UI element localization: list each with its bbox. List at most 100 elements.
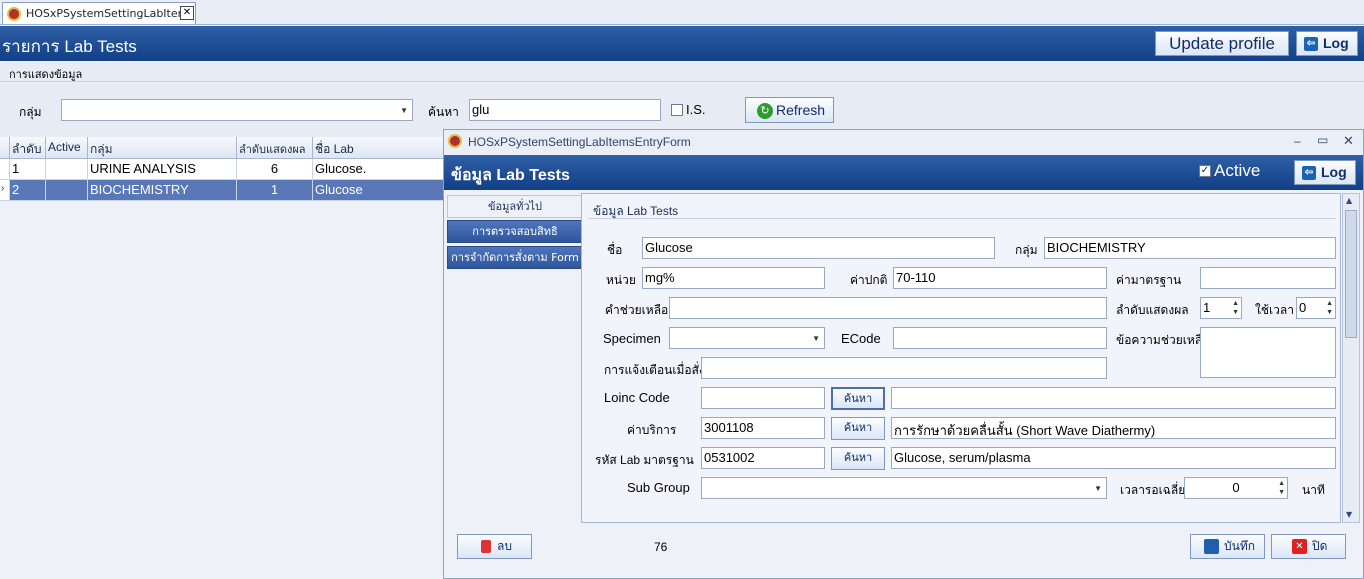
trash-icon [481,540,491,553]
group-label: กลุ่ม [1015,243,1038,257]
nav-rights-check[interactable]: การตรวจสอบสิทธิ [447,220,583,243]
display-options-label[interactable]: การแสดงข้อมูล [9,65,82,83]
is-checkbox[interactable] [671,104,683,116]
scrollbar-thumb[interactable] [1345,210,1357,338]
delete-label: ลบ [497,539,512,553]
search-input[interactable]: glu [469,99,661,121]
form-log-button[interactable]: ⇦ Log [1294,160,1356,185]
save-button[interactable]: บันทึก [1190,534,1265,559]
cell-group[interactable]: BIOCHEMISTRY [88,180,237,201]
spin-arrows-icon[interactable]: ▲ ▼ [1232,299,1239,317]
update-profile-button[interactable]: Update profile [1155,31,1289,56]
cell-display-order[interactable]: 1 [237,180,313,201]
minute-label: นาที [1302,483,1325,497]
column-header-active[interactable]: Active [46,137,88,159]
ecode-field[interactable] [893,327,1107,349]
cell-lab-name[interactable]: Glucose [313,180,444,201]
name-field[interactable]: Glucose [642,237,995,259]
refresh-button[interactable]: ↻ Refresh [745,97,834,123]
record-count: 76 [654,540,668,554]
nav-general-info[interactable]: ข้อมูลทั่วไป [447,195,583,218]
standard-lab-description-field[interactable]: Glucose, serum/plasma [891,447,1336,469]
group-field[interactable]: BIOCHEMISTRY [1044,237,1336,259]
average-wait-label: เวลารอเฉลี่ย [1120,483,1186,497]
service-fee-field[interactable]: 3001108 [701,417,825,439]
standard-lab-search-button[interactable]: ค้นหา [831,447,885,470]
active-label: Active [1214,161,1261,180]
sub-group-select[interactable]: ▼ [701,477,1107,499]
row-indicator-arrow-icon: › [0,180,10,201]
close-button[interactable]: ✕ ปิด [1271,534,1346,559]
column-header-group[interactable]: กลุ่ม [88,137,237,159]
ecode-label: ECode [841,331,881,346]
scroll-down-icon[interactable]: ▼ [1346,510,1352,519]
spin-arrows-icon[interactable]: ▲ ▼ [1326,299,1333,317]
specimen-select[interactable]: ▼ [669,327,825,349]
column-header-lab-name[interactable]: ชื่อ Lab [313,137,444,159]
close-icon: ✕ [1292,539,1307,554]
group-filter-select[interactable]: ▼ [61,99,413,121]
column-header-order[interactable]: ลำดับ [10,137,46,159]
cell-order[interactable]: 1 [10,159,46,180]
column-header-display-order[interactable]: ลำดับแสดงผล [237,137,313,159]
minimize-icon[interactable]: – [1294,134,1301,148]
cell-order[interactable]: 2 [10,180,46,201]
delete-button[interactable]: ลบ [457,534,532,559]
scroll-up-icon[interactable]: ▲ [1346,196,1352,205]
active-checkbox[interactable]: ✓ [1199,165,1211,177]
close-tab-icon[interactable]: ✕ [180,6,194,20]
service-search-button[interactable]: ค้นหา [831,417,885,440]
chevron-down-icon: ▼ [812,334,820,343]
sub-group-label: Sub Group [627,480,690,495]
help-field[interactable] [669,297,1107,319]
group-filter-label: กลุ่ม [19,105,42,119]
display-order-stepper[interactable]: 1 ▲ ▼ [1200,297,1242,319]
average-wait-value: 0 [1232,480,1240,495]
cell-lab-name[interactable]: Glucose. [313,159,444,180]
loinc-description-field[interactable] [891,387,1336,409]
close-window-icon[interactable]: ✕ [1343,133,1354,149]
cell-display-order[interactable]: 6 [237,159,313,180]
time-label: ใช้เวลา [1255,303,1294,317]
save-icon [1204,539,1219,554]
form-title: ข้อมูล Lab Tests [451,167,570,184]
cell-active[interactable] [46,180,88,201]
window-title: HOSxPSystemSettingLabItemsEntryForm [468,135,691,149]
help-message-field[interactable] [1200,327,1336,378]
section-title: ข้อมูล Lab Tests [593,204,679,218]
service-description-field[interactable]: การรักษาด้วยคลื่นสั้น (Short Wave Diathe… [891,417,1336,439]
standard-value-label: ค่ามาตรฐาน [1116,273,1182,287]
form-vertical-scrollbar[interactable]: ▲ ▼ [1342,193,1360,523]
app-icon [7,7,21,21]
order-alert-field[interactable] [701,357,1107,379]
row-indicator-header [0,137,10,159]
standard-value-field[interactable] [1200,267,1336,289]
loinc-search-button[interactable]: ค้นหา [831,387,885,410]
log-button[interactable]: ⇦ Log [1296,31,1358,56]
section-header: ข้อมูล Lab Tests [588,199,1336,219]
average-wait-stepper[interactable]: 0 ▲ ▼ [1184,477,1288,499]
document-tab[interactable]: HOSxPSystemSettingLabItems ✕ [2,2,196,24]
entry-form-window: HOSxPSystemSettingLabItemsEntryForm – ▭ … [443,129,1364,579]
unit-field[interactable]: mg% [642,267,825,289]
cell-active[interactable] [46,159,88,180]
maximize-icon[interactable]: ▭ [1317,133,1328,147]
chevron-down-icon: ▼ [400,106,408,115]
help-label: คำช่วยเหลือ [605,303,669,317]
time-stepper[interactable]: 0 ▲ ▼ [1296,297,1336,319]
specimen-label: Specimen [603,331,661,346]
nav-form-restriction[interactable]: การจำกัดการสั่งตาม Form [447,246,583,269]
display-order-label: ลำดับแสดงผล [1116,303,1189,317]
loinc-code-field[interactable] [701,387,825,409]
normal-value-field[interactable]: 70-110 [893,267,1107,289]
log-label: Log [1323,35,1349,51]
standard-lab-code-field[interactable]: 0531002 [701,447,825,469]
general-info-panel: ข้อมูล Lab Tests ชื่อ Glucose กลุ่ม BIOC… [581,193,1341,523]
cell-group[interactable]: URINE ANALYSIS [88,159,237,180]
display-order-value: 1 [1203,300,1211,315]
refresh-icon: ↻ [757,103,773,119]
refresh-label: Refresh [776,102,826,118]
spin-arrows-icon[interactable]: ▲ ▼ [1278,479,1285,497]
name-label: ชื่อ [607,243,623,257]
normal-value-label: ค่าปกติ [850,273,888,287]
